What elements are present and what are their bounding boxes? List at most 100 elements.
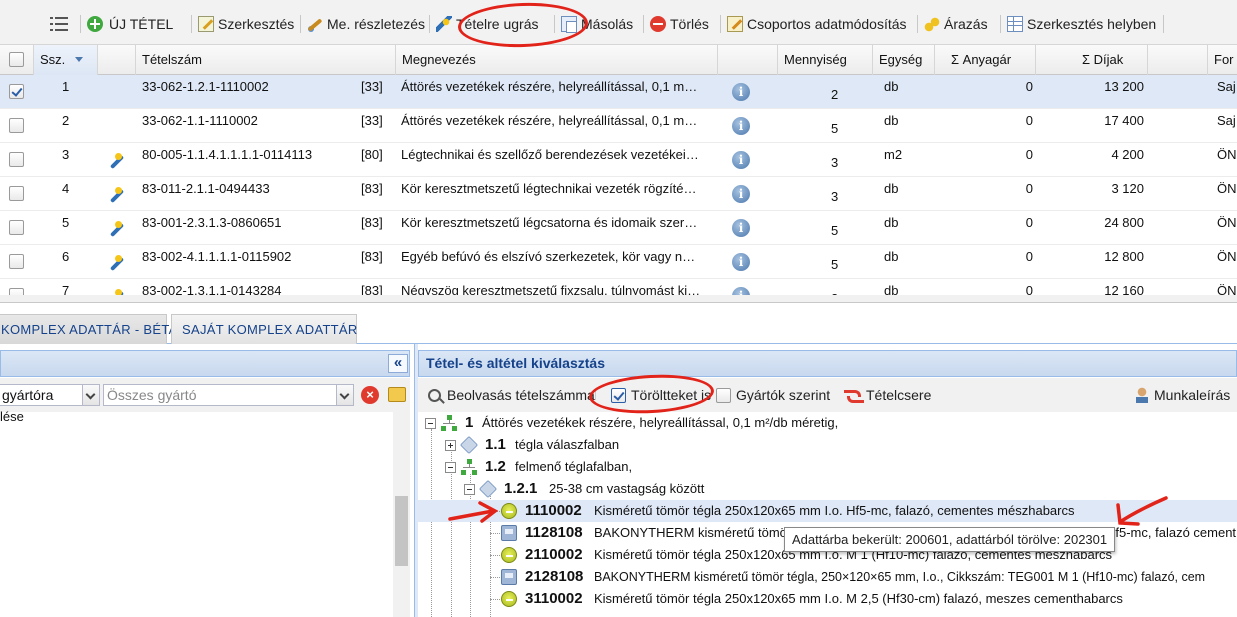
tree-leaf-3110002[interactable]: 3110002 Kisméretű tömör tégla 250x120x65… — [418, 588, 1237, 610]
tree-node-code: 1.1 — [485, 436, 506, 453]
pricing-button[interactable]: Árazás — [918, 12, 1000, 36]
left-list: lése — [0, 409, 393, 617]
delete-label: Törlés — [670, 16, 709, 32]
info-icon[interactable]: i — [732, 83, 750, 101]
row-chapter-code: [83] — [361, 181, 383, 196]
header-ssz[interactable]: Ssz. — [34, 45, 98, 75]
pricing-label: Árazás — [944, 16, 988, 32]
left-scrollbar[interactable] — [393, 412, 410, 617]
manufacturer-select[interactable]: Összes gyártó — [103, 384, 354, 406]
row-checkbox[interactable] — [9, 118, 24, 133]
table-row[interactable]: 4 83-011-2.1.1-0494433 [83] Kör keresztmets… — [0, 177, 1237, 211]
row-item-number: 83-001-2.3.1.3-0860651 — [142, 215, 282, 230]
expand-toggle-icon[interactable] — [445, 440, 456, 451]
collapse-toggle-icon[interactable] — [445, 462, 456, 473]
row-ssz: 4 — [62, 181, 70, 196]
tree-node-1-2-1[interactable]: 1.2.1 25-38 cm vastagság között — [418, 478, 1237, 500]
select-all-checkbox[interactable] — [9, 52, 24, 67]
jump-tool-icon[interactable] — [107, 220, 125, 238]
tree-node-1-1[interactable]: 1.1 tégla válaszfalban — [418, 434, 1237, 456]
tree-leaf-code: 2128108 — [525, 568, 584, 585]
tree-leaf-code: 3110002 — [525, 590, 583, 607]
row-checkbox[interactable] — [9, 220, 24, 235]
header-source[interactable]: For — [1208, 45, 1237, 75]
row-name: Áttörés vezetékek részére, helyreállítás… — [401, 113, 698, 128]
inline-edit-button[interactable]: Szerkesztés helyben — [1001, 12, 1163, 36]
collapse-toggle-icon[interactable] — [464, 484, 475, 495]
copy-button[interactable]: Másolás — [555, 12, 643, 36]
deleted-too-checkbox[interactable]: Töröltteket is — [611, 385, 711, 407]
jump-to-item-button[interactable]: Tételre ugrás — [430, 12, 554, 36]
table-row[interactable]: 5 83-001-2.3.1.3-0860651 [83] Kör keresztme… — [0, 211, 1237, 245]
row-checkbox[interactable] — [9, 254, 24, 269]
new-item-button[interactable]: ÚJ TÉTEL — [81, 12, 191, 36]
tab-complex-beta[interactable]: KOMPLEX ADATTÁR - BÉTA — [0, 314, 177, 344]
tree-node-code: 1 — [465, 414, 474, 431]
header-fees[interactable]: Σ Díjak — [1036, 45, 1148, 75]
header-empty-col — [1148, 45, 1208, 75]
row-ssz: 3 — [62, 147, 70, 162]
pencil-ruler-icon — [307, 16, 323, 32]
search-icon — [428, 389, 441, 402]
deleted-too-check[interactable] — [611, 388, 626, 403]
tab-own-complex[interactable]: SAJÁT KOMPLEX ADATTÁR — [171, 314, 357, 344]
chevron-down-icon[interactable] — [336, 385, 353, 405]
tree-leaf-2128108[interactable]: 2128108 BAKONYTHERM kisméretű tömör tégl… — [418, 566, 1237, 588]
deleted-item-icon — [501, 547, 517, 563]
tree-guide — [490, 555, 500, 556]
info-icon[interactable]: i — [732, 253, 750, 271]
header-fees-label: Σ Díjak — [1082, 52, 1124, 67]
tree-leaf-1110002[interactable]: 1110002 Kisméretű tömör tégla 250x120x65… — [418, 500, 1237, 522]
info-icon[interactable]: i — [732, 219, 750, 237]
chevron-down-icon[interactable] — [82, 385, 99, 405]
read-by-code-button[interactable]: Beolvasás tételszámmal — [428, 385, 596, 407]
header-select-all[interactable] — [0, 45, 34, 75]
header-item-number[interactable]: Tételszám — [136, 45, 396, 75]
header-source-label: For — [1214, 52, 1234, 67]
collapse-left-button[interactable]: « — [388, 354, 408, 373]
jump-tool-icon[interactable] — [107, 152, 125, 170]
row-source: ÖN — [1217, 215, 1237, 230]
table-row[interactable]: 2 33-062-1.1-1110002 [33] Áttörés vezetékek… — [0, 109, 1237, 143]
list-icon[interactable] — [50, 16, 68, 32]
work-description-button[interactable]: Munkaleírás — [1134, 385, 1230, 407]
table-row[interactable]: 1 33-062-1.2.1-1110002 [33] Áttörés vezeték… — [0, 75, 1237, 109]
row-checkbox[interactable] — [9, 84, 24, 99]
item-swap-button[interactable]: Tételcsere — [844, 385, 931, 407]
header-quantity[interactable]: Mennyiség — [778, 45, 873, 75]
by-manufacturer-checkbox[interactable]: Gyártók szerint — [716, 385, 830, 407]
group-edit-label: Csoportos adatmódosítás — [747, 16, 907, 32]
left-list-item[interactable]: lése — [0, 409, 24, 424]
tree-node-1[interactable]: 1 Áttörés vezetékek részére, helyreállít… — [418, 412, 1237, 434]
tag-icon — [478, 479, 498, 499]
header-name-label: Megnevezés — [402, 52, 476, 67]
info-icon[interactable]: i — [732, 117, 750, 135]
left-scroll-thumb[interactable] — [395, 496, 408, 566]
header-name[interactable]: Megnevezés — [396, 45, 718, 75]
filter-type-select[interactable]: gyártóra — [0, 384, 100, 406]
info-icon[interactable]: i — [732, 151, 750, 169]
tree-node-1-2[interactable]: 1.2 felmenő téglafalban, — [418, 456, 1237, 478]
clear-filter-icon[interactable]: × — [361, 386, 379, 404]
header-unit[interactable]: Egység — [873, 45, 935, 75]
quantity-detail-button[interactable]: Me. részletezés — [301, 12, 429, 36]
jump-tool-icon[interactable] — [107, 186, 125, 204]
table-row[interactable]: 6 83-002-4.1.1.1.1-0115902 [83] Egyéb befúv… — [0, 245, 1237, 279]
table-row[interactable]: 3 80-005-1.1.4.1.1.1.1-0114113 [80] Légtech… — [0, 143, 1237, 177]
sort-desc-icon — [74, 57, 83, 62]
info-icon[interactable]: i — [732, 185, 750, 203]
by-manufacturer-check[interactable] — [716, 388, 731, 403]
row-checkbox[interactable] — [9, 186, 24, 201]
deleted-item-icon — [501, 503, 517, 519]
collapse-toggle-icon[interactable] — [425, 418, 436, 429]
group-edit-button[interactable]: Csoportos adatmódosítás — [721, 12, 917, 36]
edit-button[interactable]: Szerkesztés — [192, 12, 300, 36]
right-panel-header: Tétel- és altétel kiválasztás — [418, 350, 1237, 377]
folder-icon[interactable] — [388, 387, 406, 402]
grid-scrollbar[interactable] — [0, 295, 1237, 302]
jump-tool-icon[interactable] — [107, 254, 125, 272]
header-material-price[interactable]: Σ Anyagár — [935, 45, 1036, 75]
row-checkbox[interactable] — [9, 152, 24, 167]
delete-button[interactable]: Törlés — [644, 12, 720, 36]
edit-label: Szerkesztés — [218, 16, 295, 32]
